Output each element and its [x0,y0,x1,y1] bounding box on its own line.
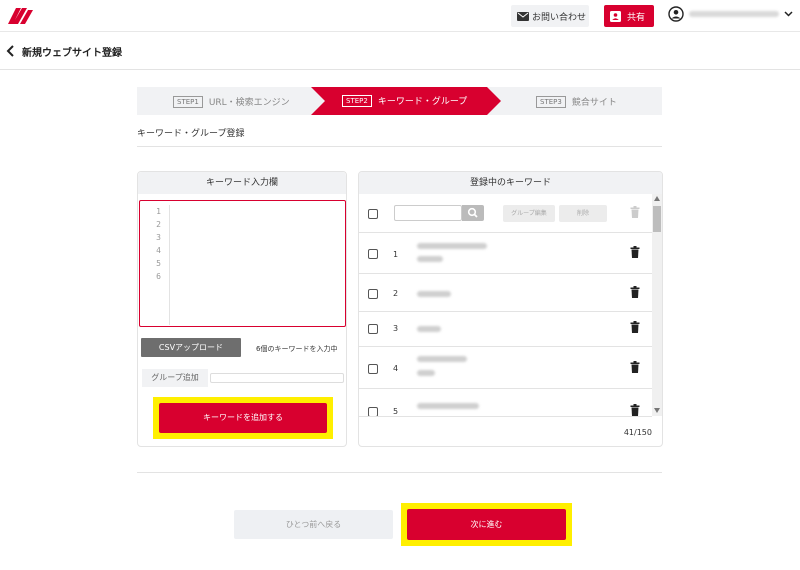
keyword-search-input[interactable] [394,205,462,221]
page-title: 新規ウェブサイト登録 [22,48,122,59]
line-number: 5 [156,259,161,268]
trash-icon[interactable] [630,206,640,218]
contact-label: お問い合わせ [532,12,587,23]
step-1-tag: STEP1 [173,95,203,108]
keyword-meta-redacted [417,256,443,262]
keyword-count-ratio: 41/150 [623,428,652,437]
list-scrollbar[interactable] [652,194,662,416]
section-divider [137,146,662,147]
step-3-label: 競合サイト [571,98,617,108]
keyword-count-text: 6個のキーワードを入力中 [256,345,338,353]
trash-icon[interactable] [630,404,640,416]
registered-keywords-panel: 登録中のキーワード グループ編集 削除 1 2 3 4 5 41/150 [358,171,663,447]
row-divider [359,388,652,389]
mail-icon [517,11,529,21]
csv-upload-button[interactable]: CSVアップロード [141,338,241,357]
keyword-text-redacted [417,326,441,332]
keyword-textarea[interactable]: 1 2 3 4 5 6 [139,200,346,327]
row-number: 4 [393,364,399,373]
section-title: キーワード・グループ登録 [137,129,245,139]
keyword-text-redacted [417,243,487,249]
select-all-checkbox[interactable] [368,209,378,219]
row-divider [359,346,652,347]
step-2-tag: STEP2 [342,94,372,107]
next-step-button[interactable]: 次に進む [407,509,566,540]
keyword-meta-redacted [417,370,435,376]
trash-icon[interactable] [630,361,640,373]
group-add-label: グループ追加 [142,369,208,387]
contact-card-icon [610,10,621,22]
row-number: 1 [393,250,399,259]
group-add-input[interactable] [210,373,344,383]
step-1-label: URL・検索エンジン [208,98,290,108]
top-header: お問い合わせ 共有 [0,0,800,32]
row-number: 5 [393,407,399,416]
add-keyword-button[interactable]: キーワードを追加する [159,403,327,433]
brand-logo-icon[interactable] [8,6,34,26]
line-number: 1 [156,207,161,216]
search-icon [467,207,478,218]
user-menu[interactable] [668,6,793,22]
search-button[interactable] [462,205,484,221]
step-progress-bar: STEP1 URL・検索エンジン STEP2 キーワード・グループ STEP3 … [137,87,662,115]
row-checkbox[interactable] [368,364,378,374]
user-avatar-icon [668,6,684,22]
keyword-text-redacted [417,356,467,362]
row-number: 3 [393,324,399,333]
delete-selected-button[interactable]: 削除 [559,205,607,222]
row-number: 2 [393,289,399,298]
contact-button[interactable]: お問い合わせ [511,5,589,27]
row-checkbox[interactable] [368,249,378,259]
scroll-down-icon[interactable] [654,408,660,413]
step-2-label: キーワード・グループ [377,97,468,107]
group-edit-button[interactable]: グループ編集 [503,205,555,222]
share-label: 共有 [627,12,646,23]
row-divider [359,311,652,312]
row-divider [359,416,652,417]
registered-keywords-heading: 登録中のキーワード [359,172,662,194]
row-divider [359,273,652,274]
line-number: 3 [156,233,161,242]
keyword-text-redacted [417,403,479,409]
chevron-down-icon [784,11,793,17]
step-2: STEP2 キーワード・グループ [342,94,467,107]
line-number-gutter: 1 2 3 4 5 6 [140,205,170,325]
trash-icon[interactable] [630,286,640,298]
scroll-thumb[interactable] [653,206,661,232]
back-arrow-icon[interactable] [6,45,16,57]
line-number: 4 [156,246,161,255]
keyword-input-heading: キーワード入力欄 [138,172,346,194]
keyword-text-redacted [417,291,451,297]
user-email-redacted [689,11,779,17]
row-checkbox[interactable] [368,324,378,334]
trash-icon[interactable] [630,246,640,258]
step-3: STEP3 競合サイト [536,95,617,108]
share-button[interactable]: 共有 [604,5,654,27]
line-number: 2 [156,220,161,229]
footer-divider [137,472,662,473]
line-number: 6 [156,272,161,281]
step-3-tag: STEP3 [536,95,566,108]
step-1: STEP1 URL・検索エンジン [173,95,290,108]
row-checkbox[interactable] [368,289,378,299]
title-bar: 新規ウェブサイト登録 [0,32,800,70]
scroll-up-icon[interactable] [654,196,660,201]
row-divider [359,232,652,233]
previous-step-button[interactable]: ひとつ前へ戻る [234,510,393,539]
trash-icon[interactable] [630,321,640,333]
